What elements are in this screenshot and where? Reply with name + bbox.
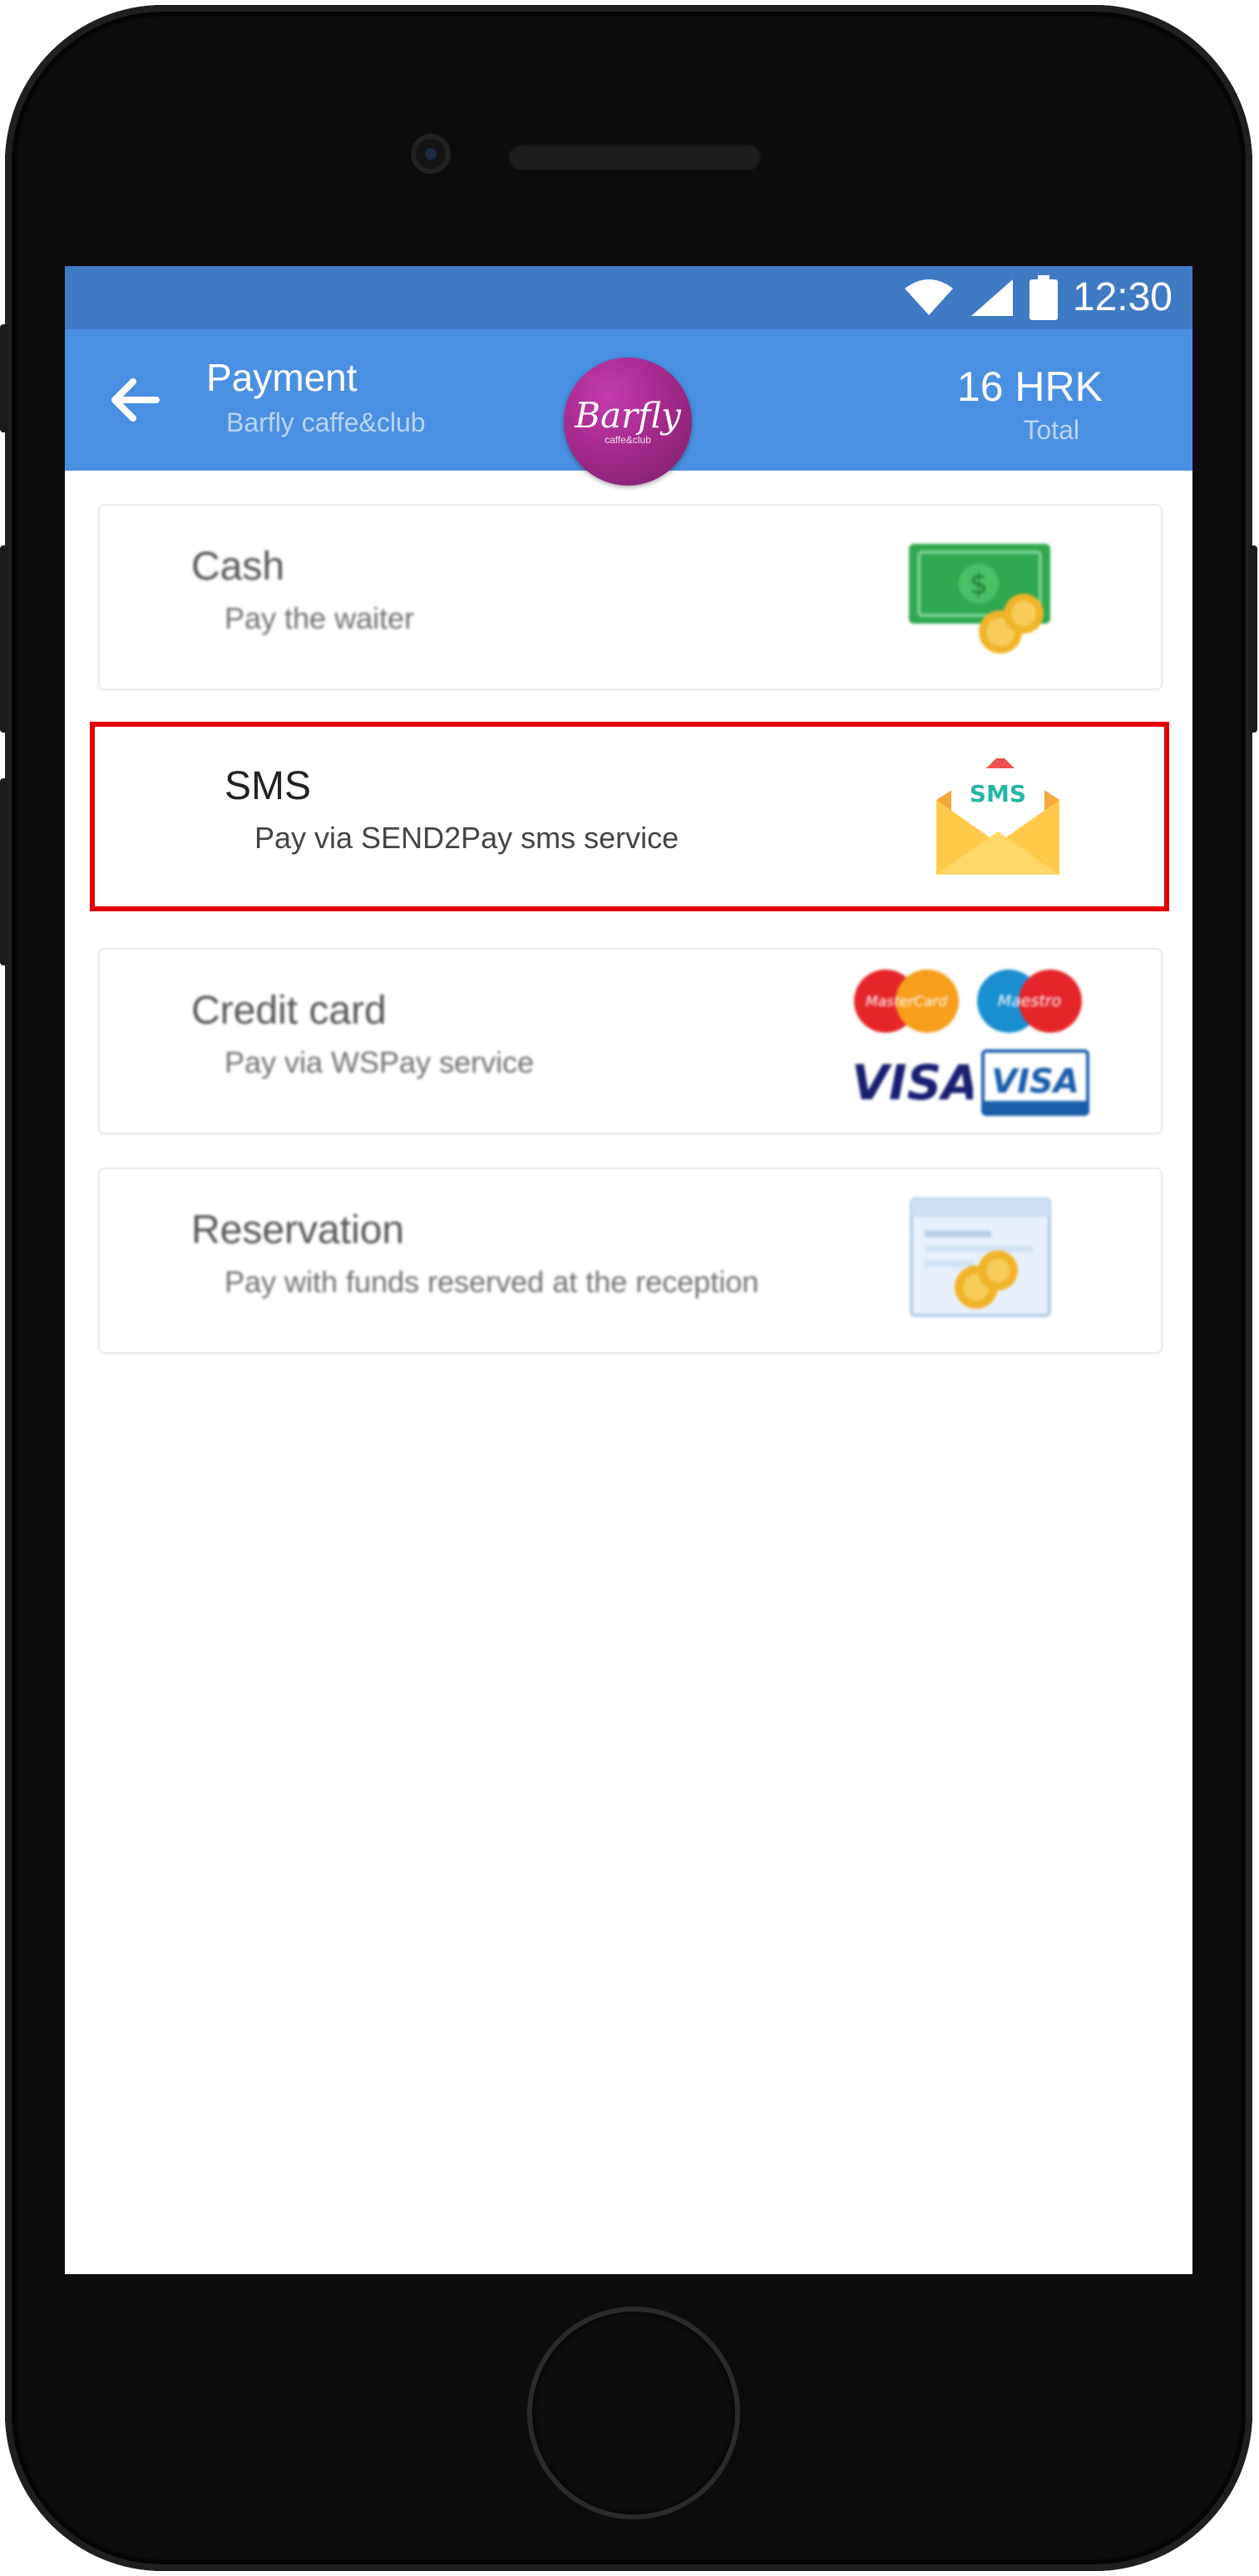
volume-down-button: [0, 778, 8, 965]
payment-option-name: Reservation: [191, 1208, 405, 1252]
logo-subtext: caffe&club: [605, 434, 651, 446]
payment-option-name: Credit card: [191, 989, 387, 1033]
wifi-icon: [904, 279, 953, 315]
svg-text:VISA: VISA: [852, 1054, 973, 1111]
page-title: Payment: [206, 356, 358, 399]
payment-option-cash[interactable]: Cash Pay the waiter $: [98, 504, 1163, 690]
power-button: [1249, 545, 1257, 733]
payment-option-description: Pay via SEND2Pay sms service: [254, 821, 679, 855]
svg-text:$: $: [970, 568, 988, 601]
mastercard-logo: MasterCard: [854, 970, 959, 1033]
svg-text:VISA: VISA: [991, 1063, 1079, 1101]
payment-option-sms[interactable]: SMS Pay via SEND2Pay sms service SMS: [98, 723, 1163, 910]
payment-option-name: SMS: [225, 764, 312, 808]
status-bar: 12:30: [65, 266, 1192, 329]
arrow-left-icon: [111, 378, 160, 422]
home-button[interactable]: [532, 2312, 735, 2514]
status-time: 12:30: [1072, 275, 1173, 319]
battery-icon: [1029, 275, 1058, 320]
visa-electron-logo: VISA: [981, 1049, 1089, 1116]
sms-badge: SMS: [970, 780, 1026, 807]
earpiece-speaker: [508, 142, 762, 170]
payment-option-reservation[interactable]: Reservation Pay with funds reserved at t…: [98, 1167, 1163, 1354]
maestro-logo: Maestro: [977, 970, 1082, 1033]
payment-option-description: Pay via WSPay service: [225, 1045, 535, 1079]
venue-name: Barfly caffe&club: [226, 407, 426, 437]
status-icons: 12:30: [903, 274, 1173, 321]
signal-icon: [970, 279, 1013, 316]
volume-up-button: [0, 545, 8, 733]
card-logos-icon: MasterCard Maestro VISA VISA: [848, 968, 1098, 1126]
logo-name: Barfly: [575, 395, 681, 436]
payment-option-description: Pay with funds reserved at the reception: [225, 1265, 759, 1299]
visa-logo: VISA: [852, 1054, 973, 1111]
front-camera: [411, 134, 451, 174]
venue-logo: Barfly caffe&club: [564, 358, 692, 486]
sms-envelope-icon: SMS: [936, 758, 1059, 875]
payment-option-name: Cash: [191, 545, 285, 589]
payment-option-description: Pay the waiter: [225, 601, 415, 635]
silent-switch: [0, 324, 8, 432]
payment-option-credit-card[interactable]: Credit card Pay via WSPay service Master…: [98, 948, 1163, 1134]
cash-coins-icon: $: [909, 544, 1050, 654]
svg-text:Maestro: Maestro: [998, 992, 1062, 1010]
reservation-coins-icon: [910, 1197, 1051, 1317]
total-label: Total: [1023, 415, 1079, 445]
total-amount: 16 HRK: [956, 363, 1103, 410]
svg-text:MasterCard: MasterCard: [866, 994, 947, 1010]
back-button[interactable]: [106, 371, 165, 429]
app-screen: 12:30 Payment Barfly caffe&club 16 HRK T…: [65, 266, 1192, 2274]
